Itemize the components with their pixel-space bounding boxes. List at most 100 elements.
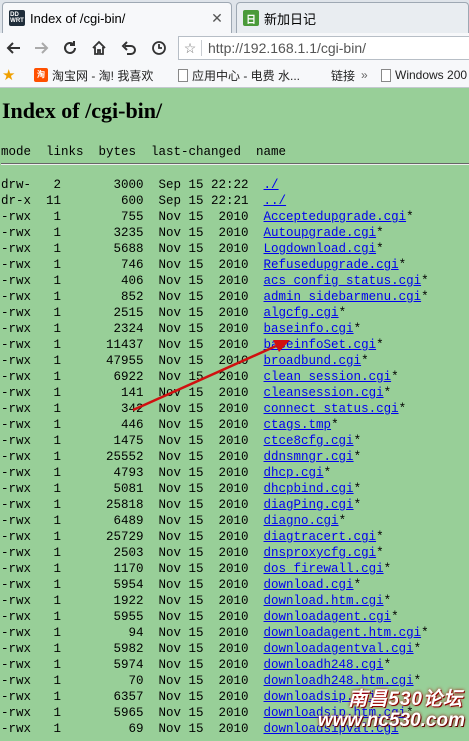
file-link[interactable]: download.cgi (264, 578, 354, 592)
file-link[interactable]: acs_config_status.cgi (264, 274, 422, 288)
executable-flag: * (353, 498, 362, 512)
table-row: drw- 2 3000 Sep 15 22:22 ./ (1, 177, 429, 193)
table-row: -rwx 1 47955 Nov 15 2010 broadbund.cgi* (1, 353, 429, 369)
executable-flag: * (338, 514, 347, 528)
close-icon[interactable]: ✕ (209, 10, 225, 27)
table-row: dr-x 11 600 Sep 15 22:21 ../ (1, 193, 429, 209)
file-link[interactable]: dnsproxycfg.cgi (264, 546, 377, 560)
bookmarks-star-icon[interactable]: ★ (2, 66, 15, 84)
file-link[interactable]: downloadh248.cgi (264, 658, 384, 672)
executable-flag: * (406, 210, 414, 224)
row-meta: drw- 2 3000 Sep 15 22:22 (1, 178, 264, 192)
executable-flag: * (353, 450, 362, 464)
forward-button[interactable] (30, 38, 52, 58)
file-link[interactable]: admin_sidebarmenu.cgi (264, 290, 422, 304)
history-button[interactable] (148, 38, 170, 58)
bookmark-links[interactable]: 链接 » (331, 66, 368, 84)
row-meta: -rwx 1 755 Nov 15 2010 (1, 210, 264, 224)
tab-blog[interactable]: 日 新加日记 (236, 2, 469, 33)
home-icon (92, 40, 106, 55)
blog-icon: 日 (243, 10, 259, 26)
file-link[interactable]: downloadagent.cgi (264, 610, 392, 624)
file-link[interactable]: download.htm.cgi (264, 594, 384, 608)
watermark-text: 南昌530论坛 (348, 689, 463, 710)
bookmark-star-icon[interactable]: ☆ (179, 40, 201, 57)
separator (201, 40, 202, 56)
file-link[interactable]: ctags.tmp (264, 418, 332, 432)
row-meta: -rwx 1 342 Nov 15 2010 (1, 402, 264, 416)
file-link[interactable]: baseinfoSet.cgi (264, 338, 377, 352)
file-link[interactable]: downloadagentval.cgi (264, 642, 414, 656)
file-link[interactable]: Refusedupgrade.cgi (264, 258, 399, 272)
executable-flag: * (383, 594, 392, 608)
row-meta: -rwx 1 69 Nov 15 2010 (1, 722, 264, 736)
table-row: -rwx 1 25729 Nov 15 2010 diagtracert.cgi… (1, 529, 429, 545)
file-link[interactable]: ctce8cfg.cgi (264, 434, 354, 448)
file-link[interactable]: Autoupgrade.cgi (264, 226, 377, 240)
back-button[interactable] (3, 38, 25, 58)
row-meta: -rwx 1 25818 Nov 15 2010 (1, 498, 264, 512)
table-row: -rwx 1 1475 Nov 15 2010 ctce8cfg.cgi* (1, 433, 429, 449)
row-meta: -rwx 1 5081 Nov 15 2010 (1, 482, 264, 496)
undo-button[interactable] (118, 38, 140, 58)
executable-flag: * (353, 322, 362, 336)
bookmark-app-center[interactable]: 应用中心 - 电费 水... (178, 66, 300, 84)
tab-strip: DD WRT Index of /cgi-bin/ ✕ 日 新加日记 (0, 0, 469, 34)
reload-button[interactable] (59, 38, 81, 58)
bookmark-label: 链接 (331, 68, 356, 83)
executable-flag: * (421, 626, 429, 640)
file-link[interactable]: downloadagent.htm.cgi (264, 626, 422, 640)
row-meta: -rwx 1 47955 Nov 15 2010 (1, 354, 264, 368)
row-meta: -rwx 1 406 Nov 15 2010 (1, 274, 264, 288)
bookmark-taobao[interactable]: 淘 淘宝网 - 淘! 我喜欢 (34, 66, 153, 84)
file-link[interactable]: cleansession.cgi (264, 386, 384, 400)
file-link[interactable]: Logdownload.cgi (264, 242, 377, 256)
executable-flag: * (376, 530, 384, 544)
file-link[interactable]: algcfg.cgi (264, 306, 339, 320)
dd-wrt-icon: DD WRT (9, 10, 25, 26)
file-link[interactable]: dhcp.cgi (264, 466, 324, 480)
tab-title: Index of /cgi-bin/ (30, 10, 126, 26)
file-link[interactable]: diagPing.cgi (264, 498, 354, 512)
file-link[interactable]: dos_firewall.cgi (264, 562, 384, 576)
file-link[interactable]: broadbund.cgi (264, 354, 362, 368)
address-bar[interactable]: ☆ http://192.168.1.1/cgi-bin/ (178, 36, 469, 60)
table-row: -rwx 1 141 Nov 15 2010 cleansession.cgi* (1, 385, 429, 401)
divider (1, 163, 469, 165)
chevron-right-icon: » (361, 68, 368, 82)
tab-cgi-bin[interactable]: DD WRT Index of /cgi-bin/ ✕ (2, 2, 232, 33)
file-link[interactable]: diagno.cgi (264, 514, 339, 528)
executable-flag: * (323, 466, 332, 480)
row-meta: -rwx 1 3235 Nov 15 2010 (1, 226, 264, 240)
row-meta: -rwx 1 1170 Nov 15 2010 (1, 562, 264, 576)
file-link[interactable]: connect_status.cgi (264, 402, 399, 416)
file-link[interactable]: baseinfo.cgi (264, 322, 354, 336)
executable-flag: * (376, 338, 384, 352)
table-row: -rwx 1 1922 Nov 15 2010 download.htm.cgi… (1, 593, 429, 609)
file-link[interactable]: Acceptedupgrade.cgi (264, 210, 407, 224)
page-title: Index of /cgi-bin/ (2, 98, 163, 123)
executable-flag: * (413, 642, 422, 656)
clock-icon (152, 41, 166, 55)
table-row: -rwx 1 5954 Nov 15 2010 download.cgi* (1, 577, 429, 593)
row-meta: -rwx 1 70 Nov 15 2010 (1, 674, 264, 688)
file-link[interactable]: clean_session.cgi (264, 370, 392, 384)
file-link[interactable]: dhcpbind.cgi (264, 482, 354, 496)
bookmark-windows[interactable]: Windows 200 (381, 66, 467, 84)
table-row: -rwx 1 5982 Nov 15 2010 downloadagentval… (1, 641, 429, 657)
file-link[interactable]: ./ (264, 178, 279, 192)
table-row: -rwx 1 3235 Nov 15 2010 Autoupgrade.cgi* (1, 225, 429, 241)
file-link[interactable]: ../ (264, 194, 287, 208)
row-meta: -rwx 1 11437 Nov 15 2010 (1, 338, 264, 352)
tab-title: 新加日记 (264, 11, 317, 27)
file-link[interactable]: diagtracert.cgi (264, 530, 377, 544)
bookmark-label: Windows 200 (395, 68, 468, 82)
executable-flag: * (398, 258, 407, 272)
url-text[interactable]: http://192.168.1.1/cgi-bin/ (208, 40, 366, 56)
row-meta: -rwx 1 141 Nov 15 2010 (1, 386, 264, 400)
executable-flag: * (361, 354, 369, 368)
table-row: -rwx 1 6922 Nov 15 2010 clean_session.cg… (1, 369, 429, 385)
home-button[interactable] (88, 38, 110, 58)
row-meta: -rwx 1 852 Nov 15 2010 (1, 290, 264, 304)
file-link[interactable]: ddnsmngr.cgi (264, 450, 354, 464)
